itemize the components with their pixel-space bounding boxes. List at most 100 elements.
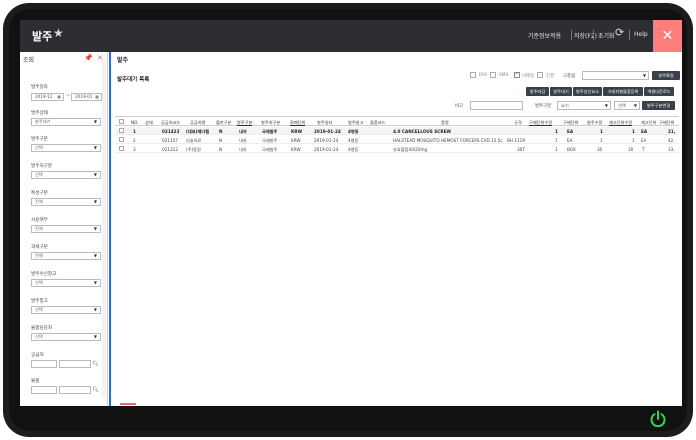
search-icon[interactable]: 🔍︎ <box>91 360 100 368</box>
reset-button[interactable]: 초기화 <box>598 31 615 40</box>
cell-order-qty: 30 <box>597 147 603 152</box>
cell-spec: BH 111R <box>507 138 526 143</box>
col-header[interactable]: 화폐단위 <box>290 120 305 126</box>
field-label: 발주수신창고 <box>31 272 57 277</box>
power-icon[interactable] <box>648 409 668 429</box>
chevron-down-icon: ▼ <box>93 334 97 339</box>
remark-input[interactable] <box>470 101 523 110</box>
close-icon[interactable]: ✕ <box>653 20 682 52</box>
col-header[interactable]: 발주구분 <box>237 120 252 126</box>
main-title: 발주 <box>117 57 129 64</box>
sidebar-scrollbar[interactable] <box>102 58 106 398</box>
row-checkbox[interactable] <box>119 146 124 151</box>
approval-label: 전결 <box>546 74 555 79</box>
chevron-down-icon: ▼ <box>93 253 97 258</box>
col-header[interactable]: 재고단위수량 <box>609 120 632 126</box>
gojeong-input[interactable]: ▼ <box>582 71 649 80</box>
col-header[interactable]: 규격 <box>514 120 522 126</box>
order-date-label: 발주일자 <box>31 85 48 90</box>
change-order-type-button[interactable]: 발주구분변경 <box>642 101 675 110</box>
col-header[interactable]: 공급처코드 <box>161 120 180 126</box>
page-title: 발주 <box>32 30 53 43</box>
base-info-menu[interactable]: 기준정보적용 <box>528 31 561 40</box>
col-header[interactable]: 발주일자 <box>317 120 332 126</box>
cell-price: 33, <box>668 147 675 152</box>
cell-no: 2 <box>133 138 136 143</box>
tax-select[interactable]: 전체 ▼ <box>31 252 101 260</box>
cell-stock-qty: 1 <box>632 129 635 134</box>
table-row[interactable]: 1 021423 (대표)제다랩 N 내자 국제발주 KRW 2019-01-2… <box>115 127 679 135</box>
manager-select[interactable]: 선택 ▼ <box>31 333 101 341</box>
col-header[interactable]: 재고단위 <box>641 120 656 126</box>
col-header[interactable]: 물품코드 <box>370 120 385 126</box>
select-all-checkbox[interactable] <box>119 119 124 124</box>
menu-divider <box>571 30 572 40</box>
table-row[interactable]: 2 021157 다솔의료 N 내자 국제발주 KRW 2019-01-24 4… <box>115 136 679 144</box>
item-name-input[interactable] <box>59 386 91 394</box>
favorite-star-icon[interactable]: ★ <box>53 26 64 40</box>
use-flag-select[interactable]: 전체 ▼ <box>31 225 101 233</box>
cell-supplier-code: 021312 <box>162 147 178 152</box>
cell-buy-unit: EA <box>567 138 573 143</box>
order-wait-button[interactable]: 발주대기 <box>550 87 572 96</box>
col-header[interactable]: 구매단위 <box>563 120 578 126</box>
cell-order-type: 내자 <box>239 147 247 152</box>
cell-vendor-type: 국제발주 <box>262 138 278 143</box>
chevron-down-icon: ▼ <box>93 145 97 150</box>
confirm-order-button[interactable]: 발주확정 <box>652 71 680 80</box>
col-header[interactable]: NO. <box>131 120 139 125</box>
type-select[interactable]: 선택 ▼ <box>614 101 640 110</box>
refresh-icon[interactable]: ⟳ <box>615 26 624 39</box>
status-select[interactable]: 발주대기 ▼ <box>31 118 101 126</box>
cell-supplier-code: 021157 <box>162 138 178 143</box>
date-from-input[interactable]: 2019-12 ▦ <box>31 93 64 101</box>
chevron-down-icon: ▼ <box>604 103 608 108</box>
approval-request-button[interactable]: 발주승인요소 <box>573 87 602 96</box>
chevron-down-icon: ▼ <box>93 119 97 124</box>
supplier-name-input[interactable] <box>59 360 91 368</box>
col-header[interactable]: 구매단위 <box>659 120 674 126</box>
help-button[interactable]: Help <box>634 31 648 38</box>
table-row[interactable]: 3 021312 (주)동원 N 내자 국제발주 KRW 2019-01-24 … <box>115 145 679 153</box>
order-warehouse-select[interactable]: 선택 ▼ <box>31 306 101 314</box>
supplier-code-input[interactable] <box>31 360 57 368</box>
col-header[interactable]: 발주수량 <box>587 120 602 126</box>
horizontal-scrollbar-thumb[interactable] <box>120 403 136 405</box>
search-icon[interactable]: 🔍︎ <box>91 386 100 394</box>
vendor-type-select[interactable]: 선택 ▼ <box>31 171 101 179</box>
fax-checkbox[interactable] <box>470 72 476 78</box>
excel-download-button[interactable]: 엑셀다운로드 <box>644 87 674 96</box>
chevron-down-icon: ▼ <box>93 307 97 312</box>
field-label: 발주처구분 <box>31 164 53 169</box>
cell-vendor-type: 국제발주 <box>262 129 278 134</box>
col-header[interactable]: 상태 <box>145 120 153 126</box>
receive-warehouse-select[interactable]: 선택 ▼ <box>31 279 101 287</box>
property-select[interactable]: 전체 ▼ <box>31 198 101 206</box>
cell-spec: 30T <box>517 147 525 152</box>
date-to-input[interactable]: 2019-01 ▦ <box>71 93 102 101</box>
calendar-icon: ▦ <box>95 94 99 99</box>
col-header[interactable]: 출판구분 <box>216 120 231 126</box>
approval-checkbox[interactable] <box>537 72 543 78</box>
field-label: 사용여부 <box>31 218 48 223</box>
order-type-select[interactable]: 요기 ▼ <box>557 101 611 110</box>
order-close-button[interactable]: 발주마감 <box>526 87 549 96</box>
col-header[interactable]: 품명 <box>441 120 449 126</box>
row-checkbox[interactable] <box>119 137 124 142</box>
row-checkbox[interactable] <box>119 128 124 133</box>
col-header[interactable]: 구매단위수량 <box>529 120 552 126</box>
pin-icon[interactable]: 📌 <box>84 54 93 62</box>
order-type-select[interactable]: 선택 ▼ <box>31 144 101 152</box>
col-header[interactable]: 발주처구분 <box>261 120 280 126</box>
cell-order-date: 2019-01-24 <box>314 138 339 143</box>
main-panel: 발주 발주대기 목록 FAX SMS 이메일 전결 고종림 ▼ 발주확정 발주마… <box>109 52 682 406</box>
cell-price: 42, <box>668 138 675 143</box>
sms-label: SMS <box>499 73 509 78</box>
col-header[interactable]: 공급처명 <box>190 120 205 126</box>
cell-publish: N <box>219 129 223 134</box>
col-header[interactable]: 발주창고 <box>348 120 363 126</box>
item-code-input[interactable] <box>31 386 57 394</box>
email-checkbox[interactable] <box>514 71 520 78</box>
vendor-item-register-button[interactable]: 거래처별물품등록 <box>603 87 643 96</box>
sms-checkbox[interactable] <box>490 72 496 78</box>
